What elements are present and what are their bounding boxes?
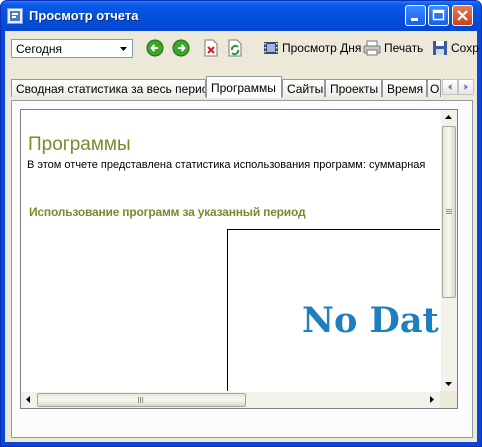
toolbar: Сегодня Просмотр Дня Печать Сохр <box>5 31 479 65</box>
grip-line <box>446 211 452 212</box>
printer-icon <box>363 40 381 56</box>
vertical-scrollbar[interactable] <box>440 110 457 408</box>
app-icon <box>7 8 23 24</box>
refresh-document-icon[interactable] <box>226 39 244 57</box>
report-viewer[interactable]: Программы В этом отчете представлена ста… <box>20 109 458 409</box>
section-title: Использование программ за указанный пери… <box>29 205 306 219</box>
tab-panel-programs: Программы В этом отчете представлена ста… <box>11 100 473 438</box>
window-client-area: Сегодня Просмотр Дня Печать Сохр Сводная… <box>5 31 479 442</box>
chevron-left-icon <box>448 84 452 90</box>
chevron-down-icon[interactable] <box>116 41 131 56</box>
period-select[interactable]: Сегодня <box>11 39 133 58</box>
scroll-right-icon[interactable] <box>424 392 439 407</box>
day-view-label: Просмотр Дня <box>282 41 362 55</box>
tab-other[interactable]: О <box>427 79 441 97</box>
horizontal-scrollbar[interactable] <box>21 391 441 408</box>
grip-line <box>138 397 139 403</box>
forward-arrow-icon[interactable] <box>172 39 190 57</box>
window-title: Просмотр отчета <box>29 8 139 23</box>
grip-line <box>140 397 141 403</box>
save-label: Сохр <box>451 41 479 55</box>
vertical-scroll-thumb[interactable] <box>442 126 456 298</box>
maximize-button[interactable] <box>428 5 449 26</box>
back-arrow-icon[interactable] <box>146 39 164 57</box>
report-title: Программы <box>28 134 131 155</box>
scroll-left-icon[interactable] <box>21 392 36 407</box>
grip-line <box>446 209 452 210</box>
tab-projects[interactable]: Проекты <box>325 79 382 97</box>
print-label: Печать <box>384 41 424 55</box>
report-description: В этом отчете представлена статистика ис… <box>27 159 426 171</box>
scroll-up-icon[interactable] <box>441 110 456 125</box>
tab-strip: Сводная статистика за весь период Програ… <box>5 76 477 100</box>
report-window: Просмотр отчета Сегодня Просмотр Дня Печ… <box>0 0 482 447</box>
tab-time[interactable]: Время <box>382 79 427 97</box>
tab-sites[interactable]: Сайты <box>282 79 325 97</box>
title-bar[interactable]: Просмотр отчета <box>1 1 481 31</box>
close-button[interactable] <box>452 5 473 26</box>
tab-summary[interactable]: Сводная статистика за весь период <box>11 79 206 97</box>
tab-scroll-right-button[interactable] <box>458 79 474 95</box>
horizontal-scroll-thumb[interactable] <box>37 393 246 407</box>
tab-scroll-left-button[interactable] <box>442 79 458 95</box>
film-icon <box>264 42 278 54</box>
save-button[interactable]: Сохр <box>432 37 479 59</box>
grip-line <box>142 397 143 403</box>
chart-placeholder: No Data <box>227 229 458 408</box>
no-data-label: No Data <box>302 300 458 341</box>
tab-programs[interactable]: Программы <box>206 76 282 98</box>
scroll-down-icon[interactable] <box>441 376 456 391</box>
chevron-right-icon <box>464 84 468 90</box>
minimize-button[interactable] <box>405 5 426 26</box>
scrollbar-corner <box>440 391 457 408</box>
period-select-value: Сегодня <box>16 42 62 56</box>
delete-document-icon[interactable] <box>202 39 220 57</box>
grip-line <box>446 213 452 214</box>
floppy-disk-icon <box>433 41 447 55</box>
day-view-button[interactable]: Просмотр Дня <box>263 37 361 59</box>
print-button[interactable]: Печать <box>363 37 423 59</box>
